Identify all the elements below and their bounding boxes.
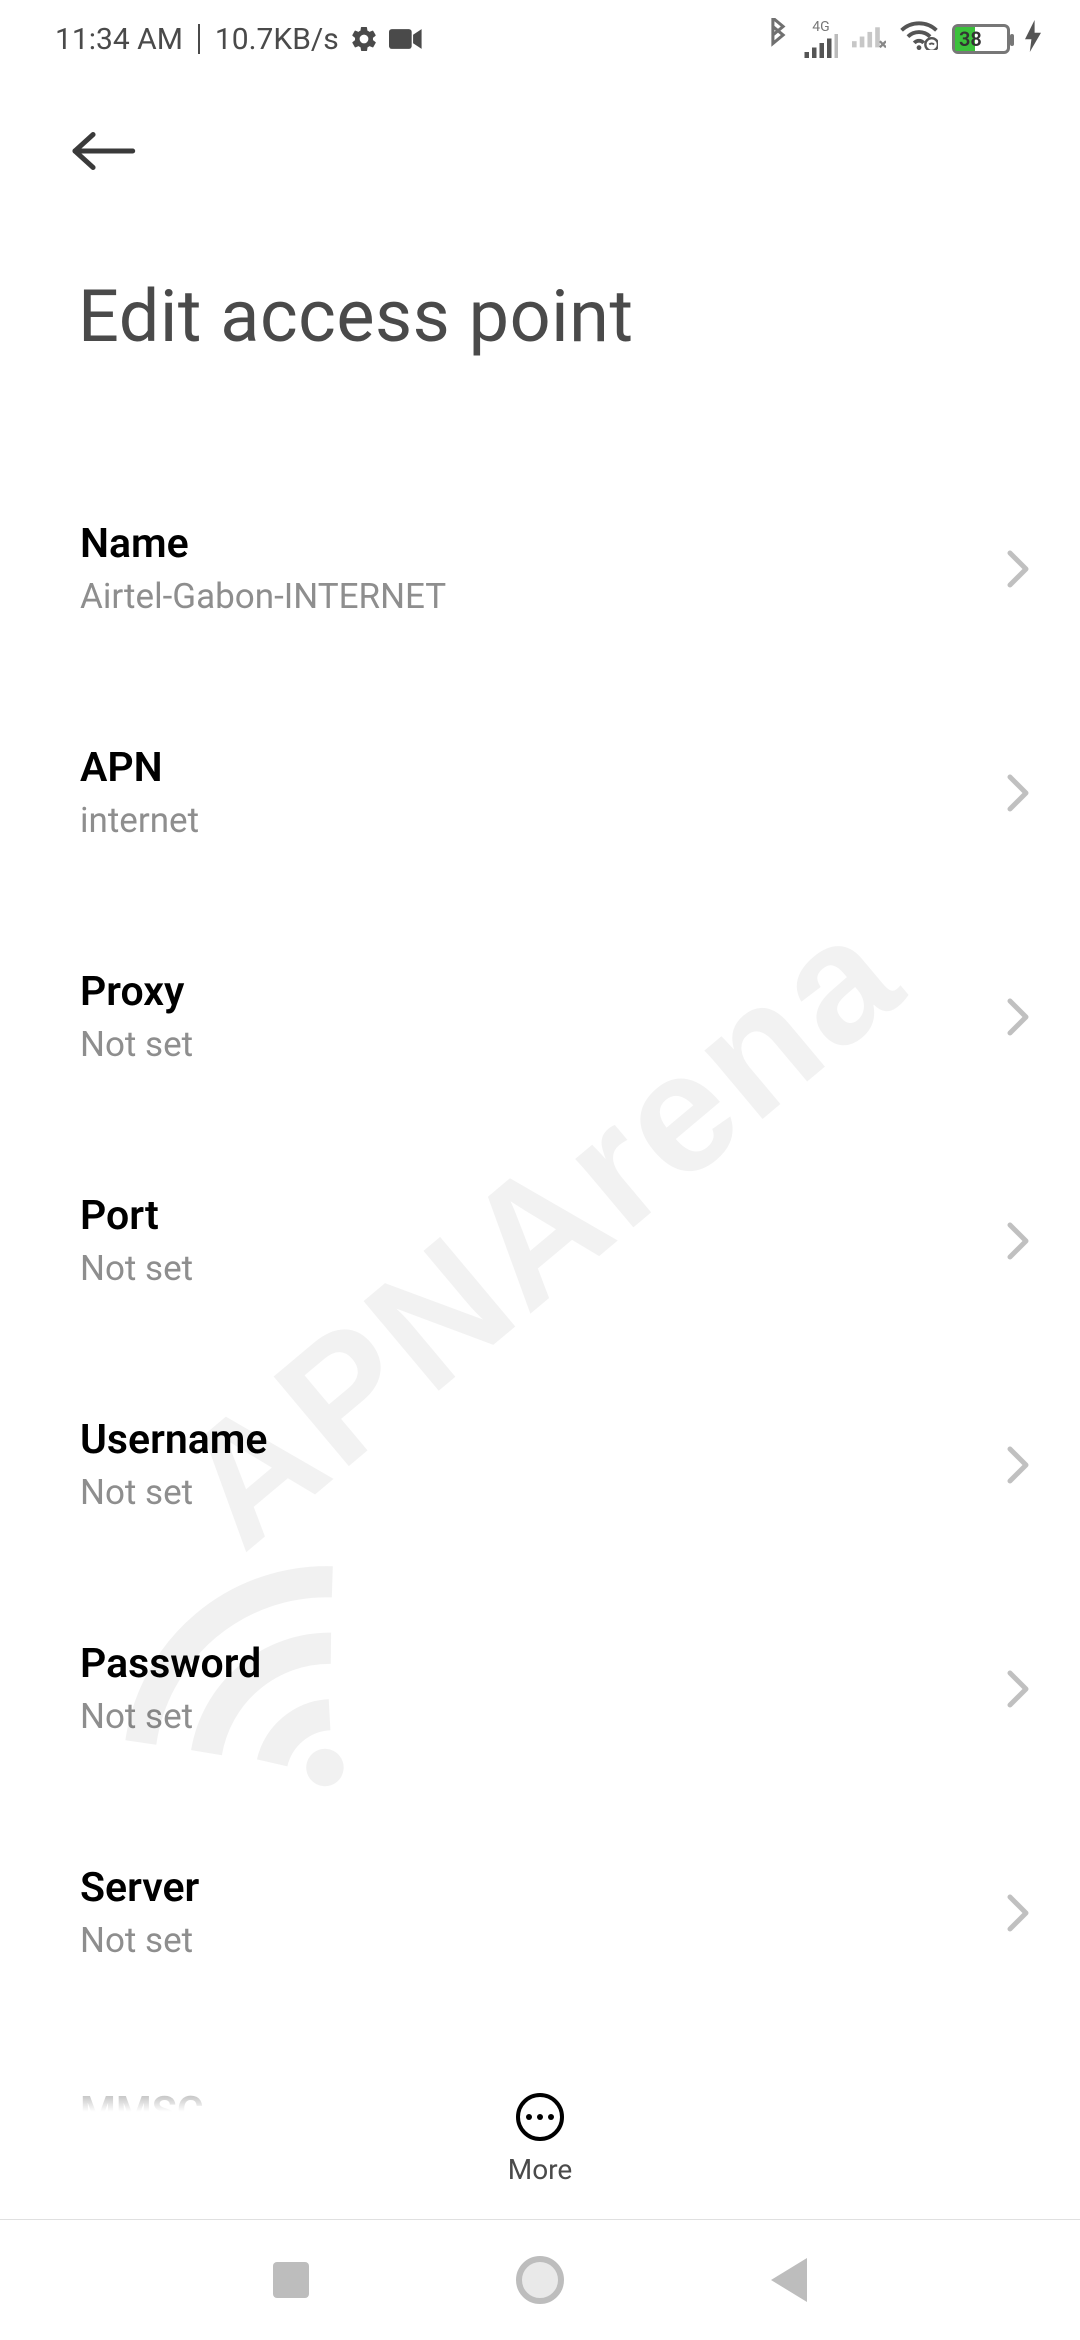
setting-label: Proxy [80, 968, 193, 1016]
setting-value: Not set [80, 1024, 193, 1065]
signal-2-group [852, 20, 886, 58]
status-divider [198, 24, 200, 54]
setting-item-proxy[interactable]: Proxy Not set [0, 937, 1080, 1098]
nav-home-button[interactable] [516, 2256, 564, 2304]
bluetooth-icon [766, 18, 790, 60]
setting-item-password[interactable]: Password Not set [0, 1609, 1080, 1770]
setting-value: Not set [80, 1920, 199, 1961]
signal-bars-icon [804, 34, 838, 58]
gear-icon [349, 24, 379, 54]
wifi-icon [900, 20, 938, 58]
status-speed: 10.7KB/s [215, 22, 339, 57]
settings-list-wrap: Name Airtel-Gabon-INTERNET APN internet … [0, 359, 1080, 2279]
camera-icon [389, 27, 423, 51]
setting-value: Not set [80, 1472, 267, 1513]
battery-percent: 38 [959, 27, 982, 51]
chevron-right-icon [1006, 1893, 1030, 1933]
setting-item-name[interactable]: Name Airtel-Gabon-INTERNET [0, 489, 1080, 650]
back-row [0, 78, 1080, 174]
status-left: 11:34 AM 10.7KB/s [55, 22, 423, 57]
chevron-right-icon [1006, 1445, 1030, 1485]
chevron-right-icon [1006, 773, 1030, 813]
battery-icon: 38 [952, 24, 1010, 54]
chevron-right-icon [1006, 997, 1030, 1037]
back-button[interactable] [70, 128, 1080, 174]
more-label: More [508, 2153, 573, 2186]
charging-icon [1024, 20, 1042, 59]
setting-value: internet [80, 800, 199, 841]
page-title: Edit access point [0, 174, 1080, 359]
more-button[interactable] [516, 2093, 564, 2141]
nav-back-button[interactable] [771, 2258, 807, 2302]
setting-value: Not set [80, 1696, 261, 1737]
status-time: 11:34 AM [55, 22, 183, 57]
setting-label: Server [80, 1864, 199, 1912]
setting-label: Username [80, 1416, 267, 1464]
setting-label: APN [80, 744, 199, 792]
setting-item-port[interactable]: Port Not set [0, 1161, 1080, 1322]
status-right: 4G 38 [766, 18, 1042, 60]
setting-label: Password [80, 1640, 261, 1688]
chevron-right-icon [1006, 1221, 1030, 1261]
chevron-right-icon [1006, 549, 1030, 589]
setting-item-username[interactable]: Username Not set [0, 1385, 1080, 1546]
nav-bar [0, 2220, 1080, 2340]
setting-label: Port [80, 1192, 193, 1240]
settings-list: Name Airtel-Gabon-INTERNET APN internet … [0, 359, 1080, 2279]
more-dots-icon [526, 2114, 554, 2120]
setting-label: Name [80, 520, 446, 568]
signal-bars-disabled-icon [852, 20, 886, 50]
chevron-right-icon [1006, 1669, 1030, 1709]
setting-item-apn[interactable]: APN internet [0, 713, 1080, 874]
signal-1-group: 4G [804, 20, 838, 58]
setting-value: Airtel-Gabon-INTERNET [80, 576, 446, 617]
setting-value: Not set [80, 1248, 193, 1289]
setting-item-server[interactable]: Server Not set [0, 1833, 1080, 1994]
more-area: More [0, 2040, 1080, 2220]
network-type-label: 4G [812, 20, 829, 34]
nav-recent-button[interactable] [273, 2262, 309, 2298]
status-bar: 11:34 AM 10.7KB/s 4G [0, 0, 1080, 78]
